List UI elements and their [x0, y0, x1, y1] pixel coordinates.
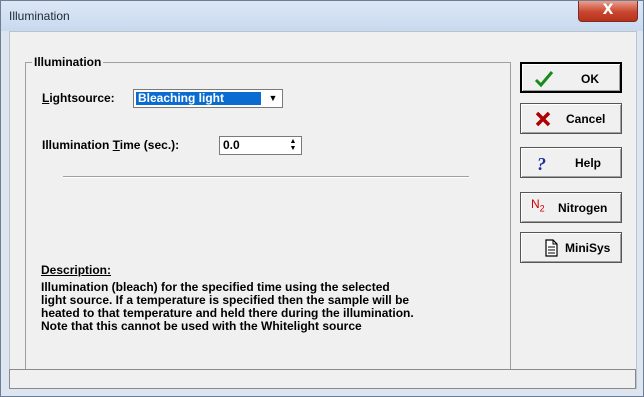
document-icon [545, 239, 558, 257]
svg-text:?: ? [537, 154, 546, 173]
window-title: Illumination [9, 9, 70, 23]
question-icon: ? [537, 154, 546, 173]
illumination-groupbox: Illumination [25, 55, 511, 389]
ok-label: OK [581, 72, 599, 86]
help-button[interactable]: ? Help [520, 147, 622, 178]
close-icon: X [602, 2, 614, 18]
chevron-down-icon[interactable]: ▼ [265, 91, 281, 106]
title-bar[interactable]: Illumination X [1, 1, 643, 31]
illumination-time-value[interactable]: 0.0 [223, 138, 240, 152]
group-title: Illumination [32, 55, 104, 69]
description-text: Illumination (bleach) for the specified … [41, 280, 414, 333]
nitrogen-label: Nitrogen [558, 201, 608, 215]
nitrogen-button[interactable]: N2 Nitrogen [520, 192, 622, 223]
close-button[interactable]: X [578, 1, 638, 22]
cancel-button[interactable]: Cancel [520, 103, 622, 134]
check-icon [534, 71, 554, 88]
client-area: Illumination Lightsource: Bleaching ligh… [9, 31, 637, 389]
minisys-label: MiniSys [565, 241, 611, 255]
ok-button[interactable]: OK [520, 62, 622, 93]
description-title: Description: [41, 263, 112, 277]
lightsource-value: Bleaching light [136, 92, 261, 105]
help-label: Help [575, 156, 602, 170]
illumination-time-label: Illumination Time (sec.): [42, 138, 180, 152]
n2-icon: N2 [531, 197, 545, 214]
cancel-label: Cancel [566, 112, 606, 126]
illumination-time-spinner[interactable]: 0.0 ▲ ▼ [219, 136, 302, 155]
lightsource-label: Lightsource: [42, 91, 115, 105]
lightsource-dropdown[interactable]: Bleaching light ▼ [133, 89, 283, 108]
minisys-button[interactable]: MiniSys [520, 232, 622, 263]
spinner-arrows-icon[interactable]: ▲ ▼ [286, 138, 300, 153]
x-icon [535, 111, 551, 127]
separator [63, 176, 469, 178]
dialog-window: Illumination X Illumination Lightsource:… [0, 0, 644, 397]
status-bar [9, 369, 636, 389]
